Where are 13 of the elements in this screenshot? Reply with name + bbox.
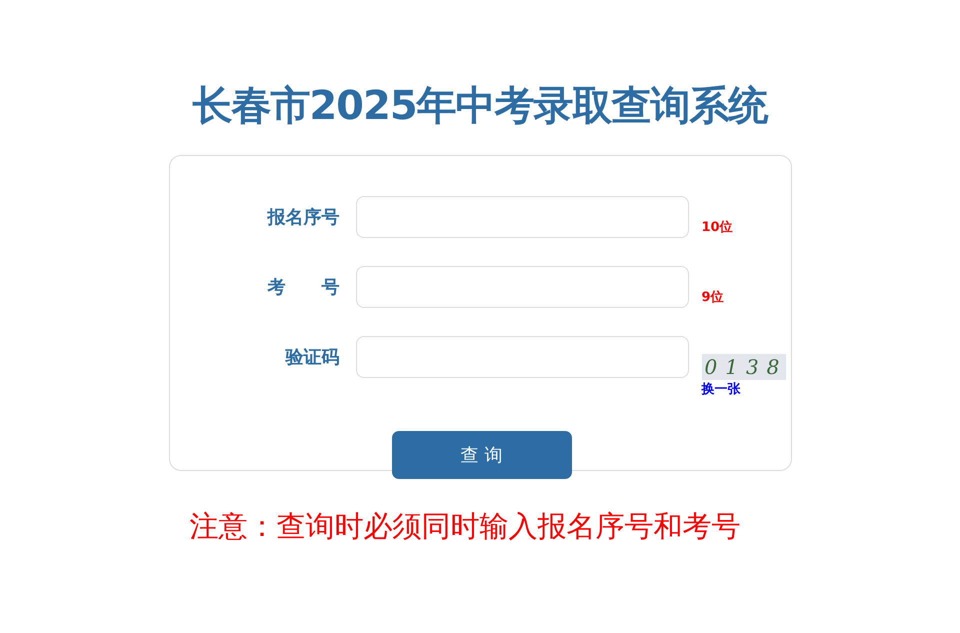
field-label: 考 号: [266, 276, 340, 300]
field-label: 验证码: [284, 346, 340, 370]
refresh-link[interactable]: 换一张: [702, 380, 740, 398]
field-hint: 9位: [702, 289, 724, 306]
field-hint: 10位: [702, 219, 733, 236]
input-field[interactable]: [356, 336, 688, 378]
page-title: 长春市2025年中考录取查询系统: [192, 82, 768, 131]
field-label: 报名序号: [266, 206, 340, 230]
submit-button[interactable]: 查 询: [392, 431, 572, 479]
input-field[interactable]: [356, 196, 688, 238]
input-field[interactable]: [356, 266, 688, 308]
notice-text: 注意：查询时必须同时输入报名序号和考号: [190, 508, 740, 545]
captcha-image: 0138: [702, 354, 786, 380]
